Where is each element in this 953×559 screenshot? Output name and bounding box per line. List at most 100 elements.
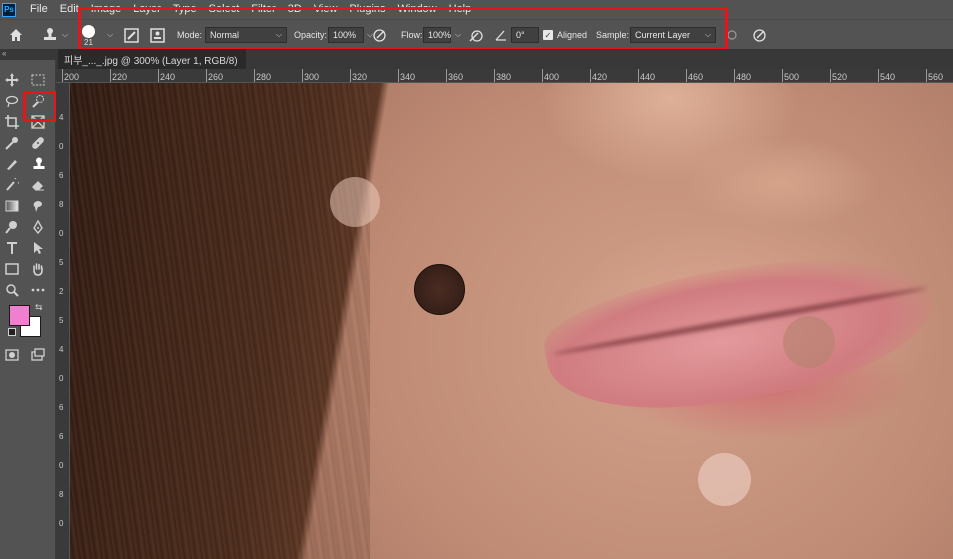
- clone-source-button[interactable]: [150, 20, 165, 50]
- menu-3d[interactable]: 3D: [282, 0, 308, 19]
- history-brush-tool[interactable]: [2, 175, 22, 195]
- brush-tool[interactable]: [2, 154, 22, 174]
- ruler-tick-label: 5: [59, 316, 64, 325]
- tools-panel: ⇆: [0, 60, 56, 559]
- default-colors-icon[interactable]: [8, 328, 16, 336]
- dark-spot: [414, 264, 465, 315]
- menu-window[interactable]: Window: [392, 0, 443, 19]
- ruler-tick-label: 6: [59, 432, 64, 441]
- frame-icon: [31, 115, 45, 129]
- gradient-icon: [5, 200, 19, 212]
- ruler-tick-label: 440: [640, 72, 656, 82]
- aligned-label: Aligned: [557, 30, 588, 40]
- dodge-icon: [5, 221, 17, 234]
- screen-mode-button[interactable]: [28, 345, 48, 365]
- hand-tool[interactable]: [28, 259, 48, 279]
- dodge-tool[interactable]: [2, 217, 22, 237]
- smudge-icon: [33, 201, 42, 212]
- mode-dropdown[interactable]: Normal ⌵: [205, 20, 287, 50]
- pressure-opacity-button[interactable]: [372, 20, 387, 50]
- pen-icon: [33, 220, 43, 234]
- bandage-icon: [32, 137, 44, 149]
- pressure-size-button[interactable]: [752, 20, 767, 50]
- zoom-icon: [6, 284, 19, 297]
- aligned-checkbox[interactable]: ✓ Aligned: [543, 20, 587, 50]
- document-tab-strip: « 피부_..._.jpg @ 300% (Layer 1, RGB/8) ×: [0, 49, 953, 69]
- ruler-tick: [926, 69, 927, 82]
- menu-file[interactable]: File: [24, 0, 54, 19]
- menu-image[interactable]: Image: [85, 0, 128, 19]
- opacity-field[interactable]: 100% ⌵: [328, 20, 373, 50]
- path-selection-tool[interactable]: [28, 238, 48, 258]
- lasso-icon: [5, 95, 19, 108]
- brush-picker-chevron[interactable]: ⌵: [107, 20, 113, 50]
- gradient-tool[interactable]: [2, 196, 22, 216]
- ruler-tick-label: 2: [59, 287, 64, 296]
- flow-field[interactable]: 100% ⌵: [423, 20, 461, 50]
- quick-selection-tool[interactable]: [28, 91, 48, 111]
- foreground-color-swatch[interactable]: [9, 305, 30, 326]
- ruler-tick: [686, 69, 687, 82]
- adjustment-layers-icon: [727, 30, 737, 40]
- vertical-ruler: 4 0 6 8 0 5 2 5 4 0 6 6 0 8 0: [56, 83, 70, 559]
- menu-help[interactable]: Help: [443, 0, 478, 19]
- quick-mask-button[interactable]: [2, 345, 22, 365]
- ruler-tick-label: 6: [59, 171, 64, 180]
- quick-mask-icon: [5, 349, 19, 361]
- chevron-down-icon: ⌵: [275, 30, 282, 39]
- document-canvas[interactable]: [70, 83, 953, 559]
- lasso-tool[interactable]: [2, 91, 22, 111]
- frame-tool[interactable]: [28, 112, 48, 132]
- healing-brush-tool[interactable]: [28, 133, 48, 153]
- clone-source-icon: [150, 27, 165, 43]
- tool-preset-picker[interactable]: ⌵: [42, 20, 68, 50]
- ignore-adjustment-layers-button[interactable]: [726, 20, 738, 50]
- collapse-panel-icon[interactable]: «: [2, 49, 6, 58]
- eraser-tool[interactable]: [28, 175, 48, 195]
- ruler-tick: [782, 69, 783, 82]
- pen-tool[interactable]: [28, 217, 48, 237]
- document-tab[interactable]: 피부_..._.jpg @ 300% (Layer 1, RGB/8) ×: [58, 49, 246, 69]
- hand-icon: [33, 263, 43, 276]
- sample-value: Current Layer: [635, 30, 691, 40]
- zoom-tool[interactable]: [2, 280, 22, 300]
- airbrush-button[interactable]: [468, 20, 484, 50]
- menu-layer[interactable]: Layer: [127, 0, 167, 19]
- menu-type[interactable]: Type: [167, 0, 203, 19]
- menu-filter[interactable]: Filter: [245, 0, 281, 19]
- menu-edit[interactable]: Edit: [54, 0, 85, 19]
- type-tool[interactable]: [2, 238, 22, 258]
- rectangle-tool[interactable]: [2, 259, 22, 279]
- sample-dropdown[interactable]: Current Layer ⌵: [630, 20, 716, 50]
- eraser-icon: [32, 181, 44, 191]
- clone-stamp-tool[interactable]: [29, 154, 49, 174]
- angle-control[interactable]: 0°: [494, 20, 539, 50]
- ruler-tick-label: 340: [400, 72, 416, 82]
- brush-icon: [7, 160, 17, 170]
- ruler-tick: [878, 69, 879, 82]
- move-tool[interactable]: [2, 70, 22, 90]
- ruler-tick-label: 0: [59, 229, 64, 238]
- lips-region: [536, 235, 944, 431]
- move-icon: [5, 73, 19, 87]
- menu-view[interactable]: View: [308, 0, 344, 19]
- menu-select[interactable]: Select: [203, 0, 246, 19]
- ruler-tick: [110, 69, 111, 82]
- eyedropper-tool[interactable]: [2, 133, 22, 153]
- ruler-tick-label: 360: [448, 72, 464, 82]
- blur-tool[interactable]: [28, 196, 48, 216]
- swap-colors-icon[interactable]: ⇆: [35, 302, 43, 313]
- brush-settings-button[interactable]: [124, 20, 139, 50]
- photoshop-logo: Ps: [2, 2, 16, 17]
- arrow-cursor-icon: [34, 242, 43, 254]
- ruler-tick-label: 400: [544, 72, 560, 82]
- home-button[interactable]: [8, 20, 24, 50]
- marquee-tool[interactable]: [28, 70, 48, 90]
- crop-tool[interactable]: [2, 112, 22, 132]
- menu-plugins[interactable]: Plugins: [343, 0, 391, 19]
- brush-picker[interactable]: 21: [82, 20, 95, 50]
- ruler-tick: [590, 69, 591, 82]
- lip-spot: [783, 316, 835, 368]
- edit-toolbar-button[interactable]: [28, 280, 48, 300]
- ruler-tick-label: 0: [59, 519, 64, 528]
